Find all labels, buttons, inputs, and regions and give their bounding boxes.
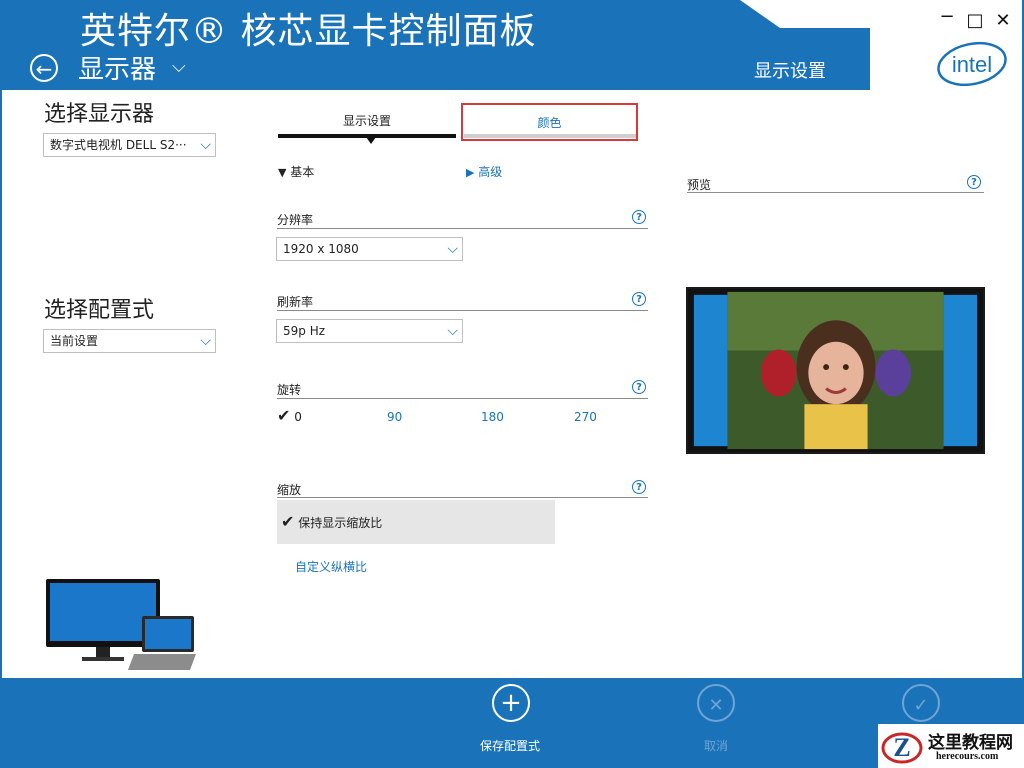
watermark-badge: Z 这里教程网 herecours.com bbox=[878, 724, 1024, 768]
refresh-rate-label: 刷新率 bbox=[277, 295, 314, 309]
help-icon[interactable]: ? bbox=[632, 480, 646, 494]
display-select-value: 数字式电视机 DELL S2··· bbox=[50, 138, 187, 152]
chevron-down-icon[interactable]: ⌵ bbox=[172, 56, 186, 77]
watermark-cn: 这里教程网 bbox=[928, 733, 1013, 753]
minimize-button[interactable]: − bbox=[936, 6, 958, 27]
check-icon: ✓ bbox=[913, 695, 929, 716]
section-title[interactable]: 显示器 bbox=[78, 49, 156, 86]
refresh-rate-value: 59p Hz bbox=[283, 324, 326, 338]
monitor-laptop-icon bbox=[46, 579, 196, 670]
close-button[interactable]: ✕ bbox=[992, 10, 1014, 31]
cancel-button[interactable]: ✕ bbox=[697, 684, 735, 722]
resolution-value: 1920 x 1080 bbox=[283, 242, 359, 256]
preview-label: 预览 bbox=[687, 178, 712, 192]
rotation-option-0[interactable]: ✔ 0 bbox=[277, 406, 302, 425]
window-border-left bbox=[0, 0, 2, 768]
intel-logo-text: intel bbox=[952, 52, 992, 77]
triangle-down-icon: ▼ bbox=[278, 166, 287, 179]
tab-caret-icon bbox=[366, 137, 376, 144]
section-divider bbox=[277, 398, 648, 399]
rotation-option-180[interactable]: 180 bbox=[481, 410, 504, 424]
section-divider bbox=[277, 310, 648, 311]
save-profile-label[interactable]: 保存配置式 bbox=[480, 737, 540, 754]
section-divider bbox=[277, 497, 648, 498]
chevron-down-icon: ⌵ bbox=[200, 137, 211, 153]
custom-aspect-ratio-link[interactable]: 自定义纵横比 bbox=[295, 558, 367, 575]
back-button[interactable]: ← bbox=[30, 54, 58, 82]
help-icon[interactable]: ? bbox=[632, 380, 646, 394]
tab-color[interactable]: 颜色 bbox=[461, 103, 638, 141]
rotation-option-90[interactable]: 90 bbox=[387, 410, 402, 424]
watermark-logo-icon: Z bbox=[881, 732, 923, 764]
help-icon[interactable]: ? bbox=[632, 210, 646, 224]
maintain-scaling-option[interactable]: ✔ 保持显示缩放比 bbox=[277, 500, 555, 544]
preview-image bbox=[686, 287, 985, 454]
checkmark-icon: ✔ bbox=[277, 406, 291, 425]
resolution-select[interactable]: 1920 x 1080 ⌵ bbox=[276, 237, 463, 261]
chevron-down-icon: ⌵ bbox=[447, 241, 458, 257]
profile-select[interactable]: 当前设置 ⌵ bbox=[43, 329, 216, 353]
help-icon[interactable]: ? bbox=[632, 292, 646, 306]
advanced-toggle[interactable]: ▶ 高级 bbox=[466, 163, 502, 180]
help-icon[interactable]: ? bbox=[967, 175, 981, 189]
plus-icon: + bbox=[500, 688, 522, 718]
maximize-button[interactable]: □ bbox=[964, 10, 986, 31]
header-tab-display-settings[interactable]: 显示设置 bbox=[754, 57, 826, 83]
profile-select-value: 当前设置 bbox=[50, 334, 99, 348]
section-divider bbox=[687, 192, 984, 193]
basic-toggle[interactable]: ▼ 基本 bbox=[278, 163, 314, 180]
scaling-label: 缩放 bbox=[277, 483, 302, 497]
app-title: 英特尔® 核芯显卡控制面板 bbox=[80, 11, 537, 52]
rotation-option-270[interactable]: 270 bbox=[574, 410, 597, 424]
triangle-right-icon: ▶ bbox=[466, 166, 475, 179]
apply-button[interactable]: ✓ bbox=[902, 684, 940, 722]
section-divider bbox=[277, 228, 648, 229]
rotation-label: 旋转 bbox=[277, 383, 302, 397]
intel-logo: intel bbox=[937, 41, 1007, 86]
arrow-left-icon: ← bbox=[35, 57, 53, 81]
checkmark-icon: ✔ bbox=[281, 512, 295, 531]
svg-text:Z: Z bbox=[893, 733, 910, 762]
resolution-label: 分辨率 bbox=[277, 213, 314, 227]
watermark-url: herecours.com bbox=[936, 751, 999, 762]
x-icon: ✕ bbox=[708, 695, 724, 716]
chevron-down-icon: ⌵ bbox=[200, 333, 211, 349]
select-display-heading: 选择显示器 bbox=[44, 102, 155, 127]
save-profile-button[interactable]: + bbox=[492, 684, 530, 722]
cancel-label[interactable]: 取消 bbox=[704, 737, 728, 754]
chevron-down-icon: ⌵ bbox=[447, 323, 458, 339]
display-select[interactable]: 数字式电视机 DELL S2··· ⌵ bbox=[43, 133, 216, 157]
refresh-rate-select[interactable]: 59p Hz ⌵ bbox=[276, 319, 463, 343]
select-profile-heading: 选择配置式 bbox=[44, 298, 155, 323]
